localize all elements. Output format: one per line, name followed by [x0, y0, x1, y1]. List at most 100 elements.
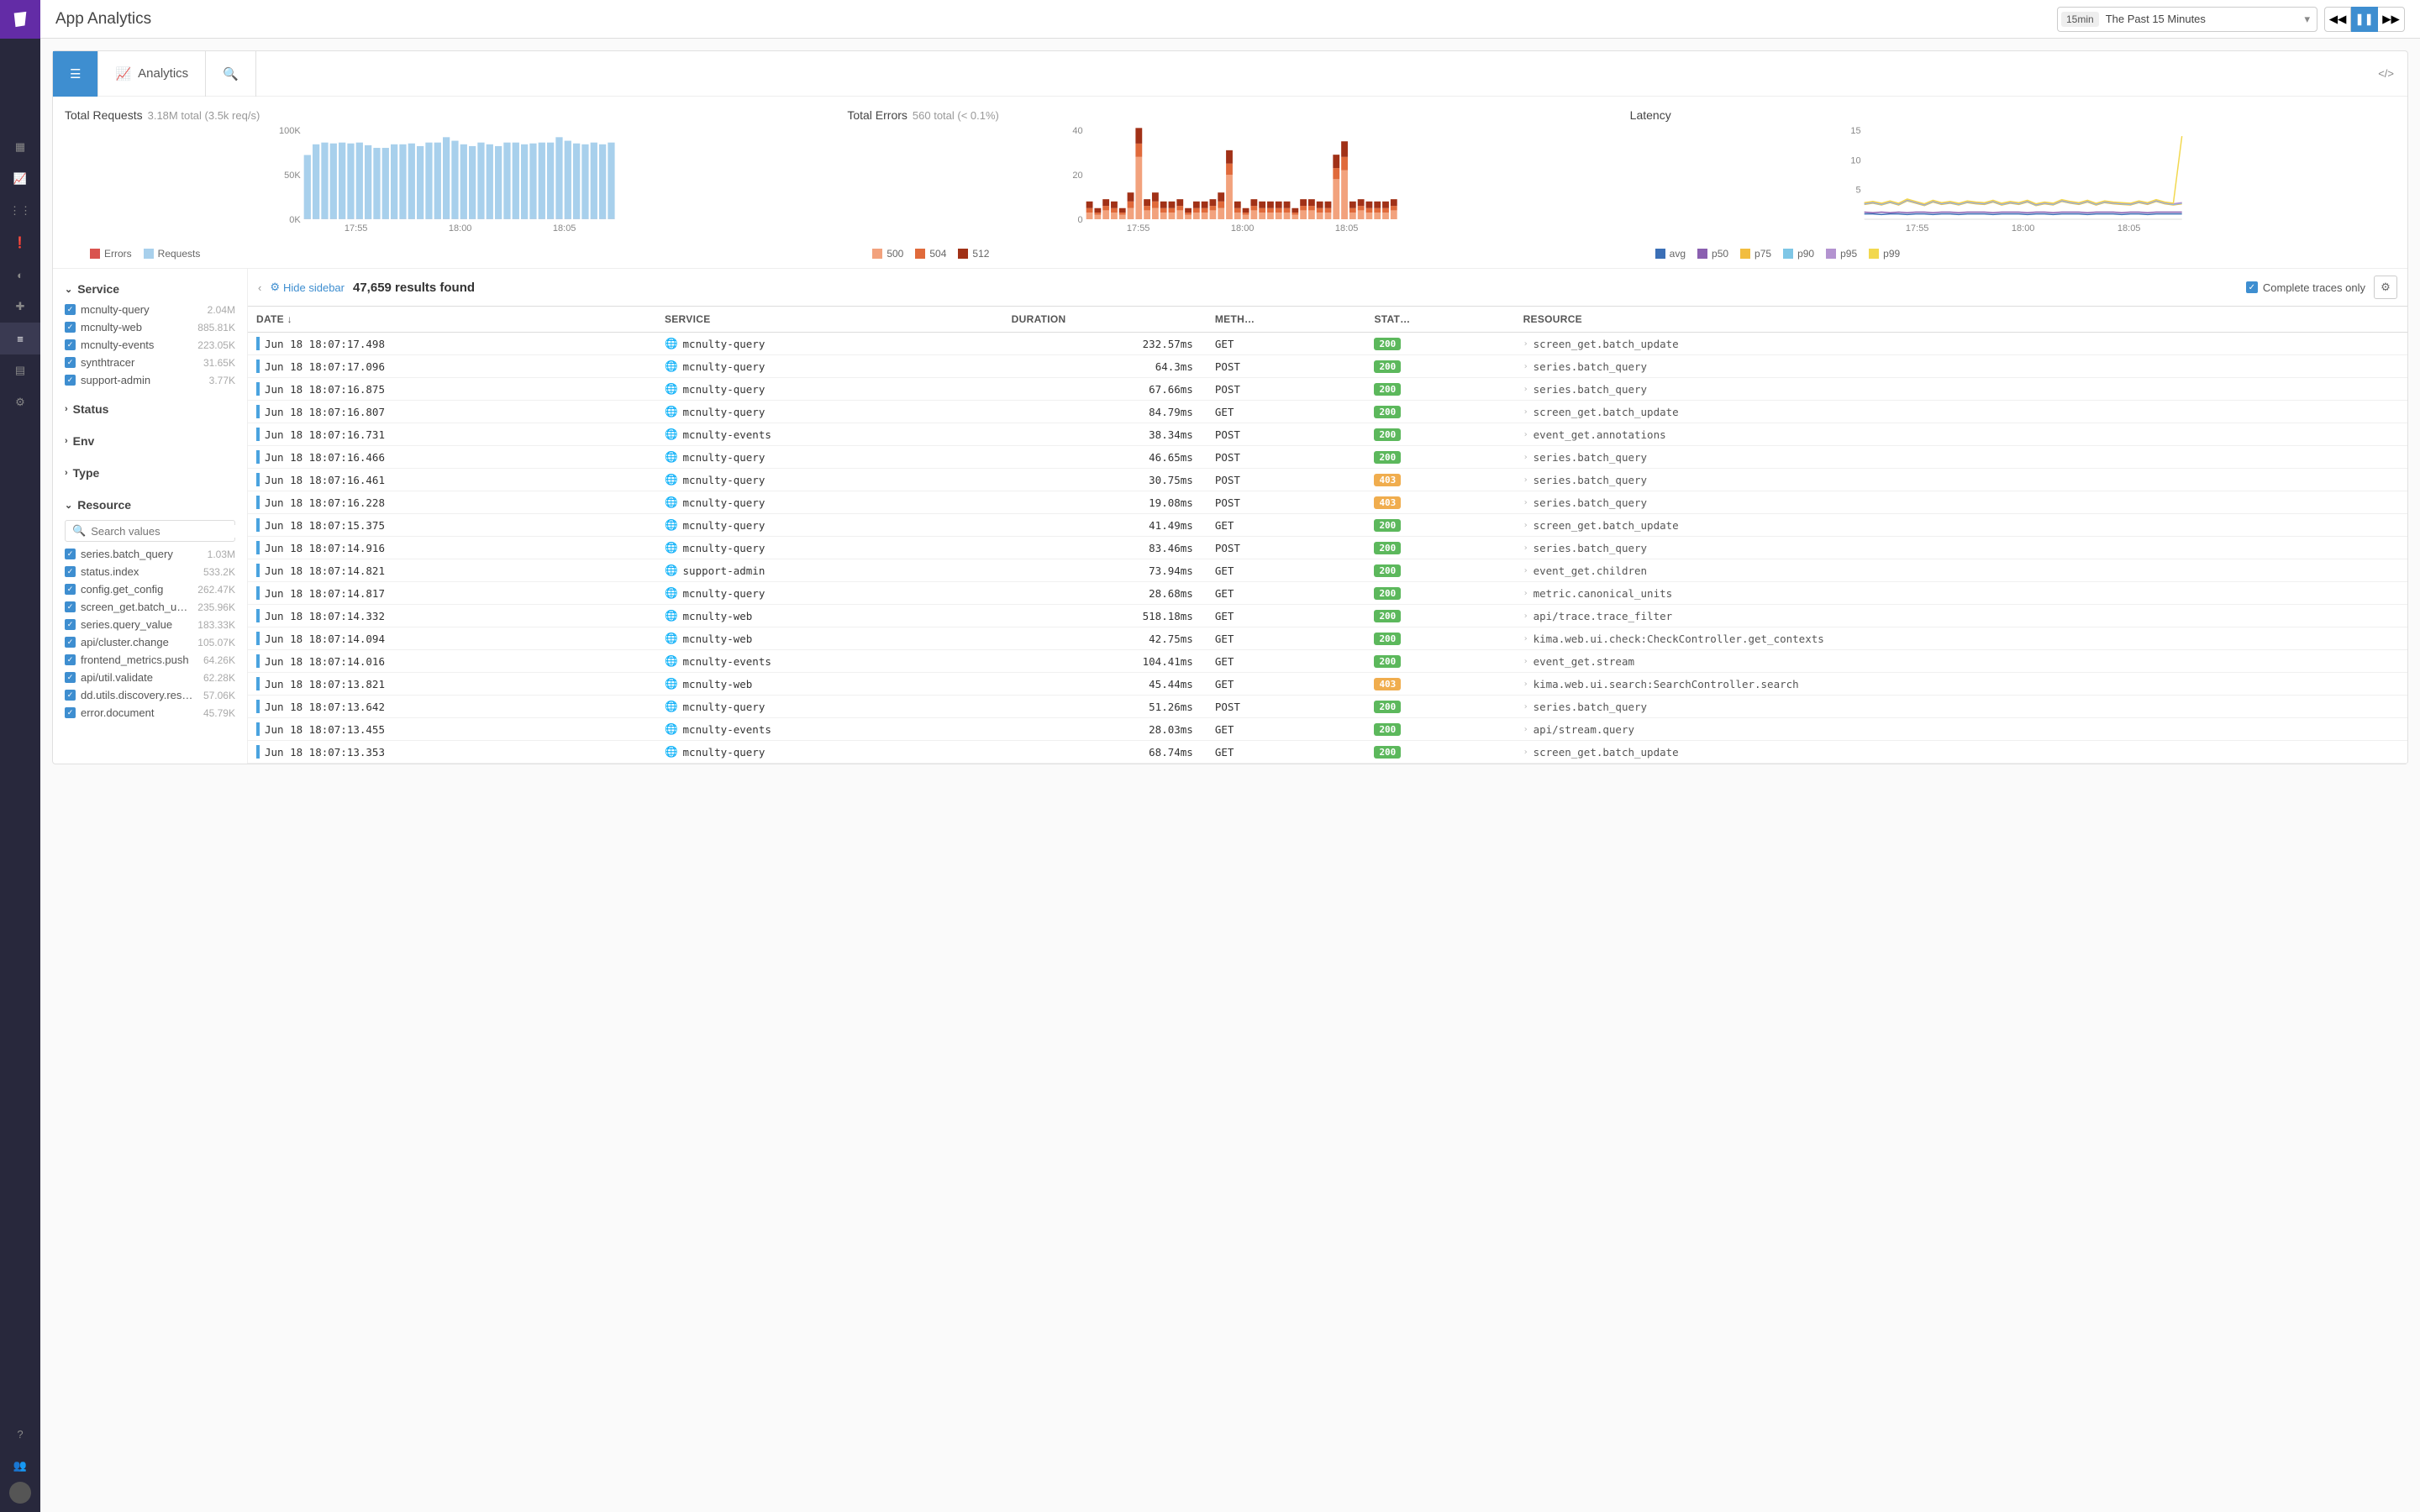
tab-list[interactable]: ☰ [53, 51, 98, 97]
monitors-icon[interactable]: ❗ [0, 227, 40, 259]
facet-item[interactable]: ✓api/util.validate62.28K [65, 669, 235, 686]
table-row[interactable]: Jun 18 18:07:14.821 🌐support-admin 73.94… [248, 559, 2407, 582]
legend-item[interactable]: 504 [915, 248, 946, 260]
column-header[interactable]: STAT… [1365, 307, 1514, 333]
code-export-button[interactable]: </> [2365, 67, 2407, 80]
legend-item[interactable]: avg [1655, 248, 1686, 260]
integrations-icon[interactable]: ✚ [0, 291, 40, 323]
globe-icon: 🌐 [665, 360, 678, 373]
facet-header[interactable]: ›Status [65, 397, 235, 421]
dashboard-icon[interactable]: ▦ [0, 131, 40, 163]
table-row[interactable]: Jun 18 18:07:13.353 🌐mcnulty-query 68.74… [248, 741, 2407, 764]
settings-icon[interactable]: ⚙ [0, 386, 40, 418]
facet-item[interactable]: ✓config.get_config262.47K [65, 580, 235, 598]
facet-item[interactable]: ✓synthtracer31.65K [65, 354, 235, 371]
checkbox-icon: ✓ [65, 672, 76, 683]
globe-icon: 🌐 [665, 382, 678, 396]
table-row[interactable]: Jun 18 18:07:13.642 🌐mcnulty-query 51.26… [248, 696, 2407, 718]
column-header[interactable]: DATE ↓ [248, 307, 656, 333]
trace-bar-icon [256, 337, 260, 350]
table-row[interactable]: Jun 18 18:07:14.332 🌐mcnulty-web 518.18m… [248, 605, 2407, 627]
team-icon[interactable]: 👥 [0, 1450, 40, 1482]
facet-item[interactable]: ✓series.query_value183.33K [65, 616, 235, 633]
forward-button[interactable]: ▶▶ [2378, 7, 2405, 32]
table-row[interactable]: Jun 18 18:07:16.807 🌐mcnulty-query 84.79… [248, 401, 2407, 423]
facet-item[interactable]: ✓mcnulty-web885.81K [65, 318, 235, 336]
legend-item[interactable]: Requests [144, 248, 201, 260]
chevron-icon: › [65, 436, 68, 446]
status-badge: 403 [1374, 678, 1401, 690]
facet-item[interactable]: ✓support-admin3.77K [65, 371, 235, 389]
hide-sidebar-link[interactable]: ⚙ Hide sidebar [270, 281, 345, 294]
column-header[interactable]: RESOURCE [1515, 307, 2407, 333]
checkbox-icon: ✓ [65, 707, 76, 718]
table-row[interactable]: Jun 18 18:07:14.916 🌐mcnulty-query 83.46… [248, 537, 2407, 559]
facet-item[interactable]: ✓mcnulty-query2.04M [65, 301, 235, 318]
facet-item[interactable]: ✓series.batch_query1.03M [65, 545, 235, 563]
table-row[interactable]: Jun 18 18:07:16.875 🌐mcnulty-query 67.66… [248, 378, 2407, 401]
legend-item[interactable]: p90 [1783, 248, 1814, 260]
facet-header[interactable]: ›Type [65, 461, 235, 485]
legend-item[interactable]: 500 [872, 248, 903, 260]
chart-2: Latency 5101517:5518:0018:05 avgp50p75p9… [1630, 108, 2396, 260]
facet-search[interactable]: 🔍 [65, 520, 235, 542]
chevron-left-icon[interactable]: ‹ [258, 281, 261, 294]
facet-item[interactable]: ✓status.index533.2K [65, 563, 235, 580]
facet-header[interactable]: ⌄Resource [65, 493, 235, 517]
column-header[interactable]: SERVICE [656, 307, 1003, 333]
table-row[interactable]: Jun 18 18:07:16.731 🌐mcnulty-events 38.3… [248, 423, 2407, 446]
legend-item[interactable]: p75 [1740, 248, 1771, 260]
table-row[interactable]: Jun 18 18:07:13.821 🌐mcnulty-web 45.44ms… [248, 673, 2407, 696]
datadog-logo[interactable] [0, 0, 40, 39]
svg-text:18:00: 18:00 [1231, 223, 1255, 234]
table-row[interactable]: Jun 18 18:07:17.498 🌐mcnulty-query 232.5… [248, 333, 2407, 355]
facets-sidebar: ⌄Service ✓mcnulty-query2.04M✓mcnulty-web… [53, 269, 248, 764]
chevron-icon: › [65, 468, 68, 478]
facet-item[interactable]: ✓mcnulty-events223.05K [65, 336, 235, 354]
trace-bar-icon [256, 632, 260, 645]
facet-header[interactable]: ›Env [65, 429, 235, 453]
caret-right-icon: › [1523, 748, 1528, 757]
apm-icon[interactable]: ◐ [0, 259, 40, 291]
globe-icon: 🌐 [665, 745, 678, 759]
tab-search[interactable]: 🔍 [206, 51, 256, 97]
facet-header[interactable]: ⌄Service [65, 277, 235, 301]
facet-item[interactable]: ✓screen_get.batch_update235.96K [65, 598, 235, 616]
complete-traces-checkbox[interactable]: ✓ Complete traces only [2246, 281, 2365, 294]
table-row[interactable]: Jun 18 18:07:16.466 🌐mcnulty-query 46.65… [248, 446, 2407, 469]
column-header[interactable]: METH… [1207, 307, 1366, 333]
rewind-button[interactable]: ◀◀ [2324, 7, 2351, 32]
facet-item[interactable]: ✓api/cluster.change105.07K [65, 633, 235, 651]
metrics-icon[interactable]: 📈 [0, 163, 40, 195]
columns-settings-button[interactable]: ⚙ [2374, 276, 2397, 299]
avatar[interactable] [9, 1482, 31, 1504]
table-row[interactable]: Jun 18 18:07:14.094 🌐mcnulty-web 42.75ms… [248, 627, 2407, 650]
table-row[interactable]: Jun 18 18:07:15.375 🌐mcnulty-query 41.49… [248, 514, 2407, 537]
legend-item[interactable]: p99 [1869, 248, 1900, 260]
legend-item[interactable]: p50 [1697, 248, 1728, 260]
logs-icon[interactable]: ≡ [0, 323, 40, 354]
facet-item[interactable]: ✓dd.utils.discovery.resolv…57.06K [65, 686, 235, 704]
timerange-picker[interactable]: 15min The Past 15 Minutes ▾ [2057, 7, 2317, 32]
table-row[interactable]: Jun 18 18:07:16.228 🌐mcnulty-query 19.08… [248, 491, 2407, 514]
list-icon: ☰ [70, 66, 81, 81]
pause-button[interactable]: ❚❚ [2351, 7, 2378, 32]
legend-item[interactable]: 512 [958, 248, 989, 260]
table-row[interactable]: Jun 18 18:07:14.817 🌐mcnulty-query 28.68… [248, 582, 2407, 605]
checkbox-icon: ✓ [65, 566, 76, 577]
tab-analytics[interactable]: 📈 Analytics [98, 51, 206, 97]
table-row[interactable]: Jun 18 18:07:14.016 🌐mcnulty-events 104.… [248, 650, 2407, 673]
facet-item[interactable]: ✓error.document45.79K [65, 704, 235, 722]
globe-icon: 🌐 [665, 654, 678, 668]
table-row[interactable]: Jun 18 18:07:16.461 🌐mcnulty-query 30.75… [248, 469, 2407, 491]
notebooks-icon[interactable]: ▤ [0, 354, 40, 386]
facet-item[interactable]: ✓frontend_metrics.push64.26K [65, 651, 235, 669]
table-row[interactable]: Jun 18 18:07:13.455 🌐mcnulty-events 28.0… [248, 718, 2407, 741]
legend-item[interactable]: p95 [1826, 248, 1857, 260]
table-row[interactable]: Jun 18 18:07:17.096 🌐mcnulty-query 64.3m… [248, 355, 2407, 378]
column-header[interactable]: DURATION [1003, 307, 1207, 333]
infra-icon[interactable]: ⋮⋮ [0, 195, 40, 227]
legend-item[interactable]: Errors [90, 248, 132, 260]
help-icon[interactable]: ? [0, 1418, 40, 1450]
facet-search-input[interactable] [91, 525, 239, 538]
